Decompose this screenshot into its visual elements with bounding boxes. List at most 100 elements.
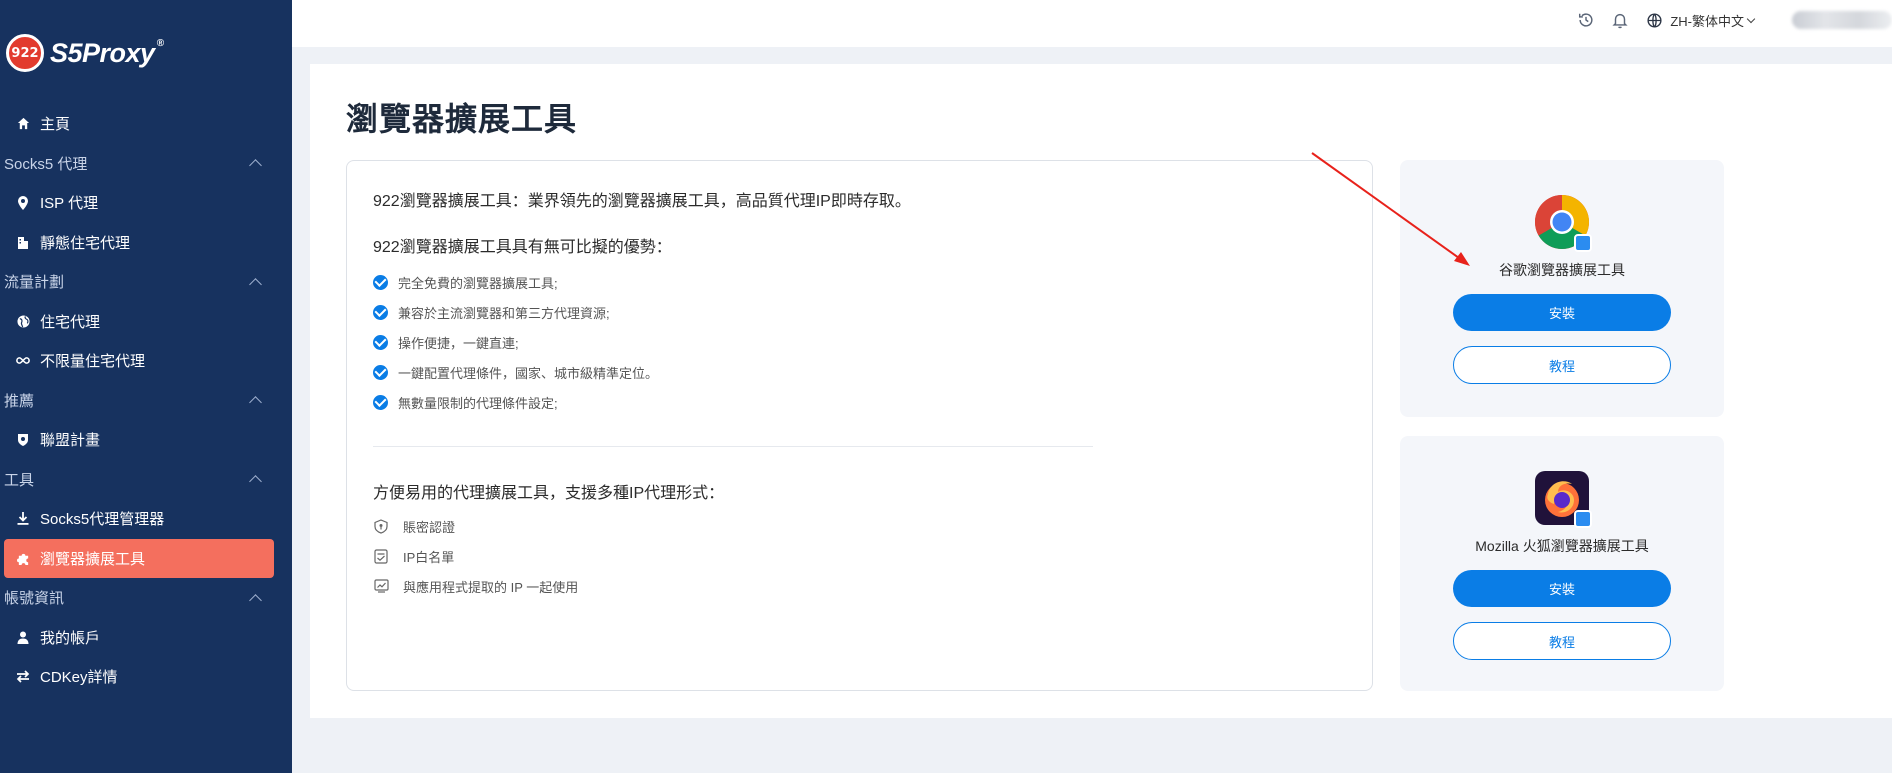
chrome-icon bbox=[1534, 194, 1592, 252]
convenience-text: IP白名單 bbox=[403, 549, 455, 565]
advantage-item: 一鍵配置代理條件，國家、城市級精準定位。 bbox=[373, 357, 658, 387]
convenience-title: 方便易用的代理擴展工具，支援多種IP代理形式： bbox=[373, 485, 725, 502]
bell-icon[interactable] bbox=[1610, 10, 1630, 30]
chevron-up-icon bbox=[249, 396, 262, 410]
globe-icon[interactable] bbox=[1644, 10, 1664, 30]
firefox-install-button[interactable]: 安裝 bbox=[1453, 570, 1671, 607]
sidebar-section-label: 帳號資訊 bbox=[4, 590, 65, 608]
sidebar-item-label: 我的帳戶 bbox=[40, 629, 101, 647]
sidebar-item-label: 靜態住宅代理 bbox=[40, 234, 131, 252]
avatar[interactable] bbox=[1792, 11, 1892, 29]
sidebar-section-4[interactable]: 流量計劃 bbox=[0, 262, 292, 302]
advantage-text: 無數量限制的代理條件設定; bbox=[398, 395, 558, 411]
sidebar-item-label: 住宅代理 bbox=[40, 313, 101, 331]
building-icon bbox=[16, 235, 30, 249]
sidebar-item-label: ISP 代理 bbox=[40, 195, 99, 213]
topbar-actions: ZH-繁体中文 bbox=[1562, 8, 1892, 32]
sidebar-section-12[interactable]: 帳號資訊 bbox=[0, 578, 292, 618]
advantage-item: 無數量限制的代理條件設定; bbox=[373, 387, 658, 417]
chevron-up-icon bbox=[249, 475, 262, 489]
sidebar-item-label: CDKey詳情 bbox=[40, 669, 118, 687]
swap-icon bbox=[16, 670, 30, 684]
sidebar-section-label: 工具 bbox=[4, 471, 35, 489]
check-circle-icon bbox=[373, 304, 388, 320]
language-selector[interactable]: ZH-繁体中文 bbox=[1670, 11, 1756, 30]
checklist-icon bbox=[373, 548, 389, 564]
chrome-extension-card: 谷歌瀏覽器擴展工具 安裝 教程 bbox=[1400, 160, 1724, 417]
intro-text: 922瀏覽器擴展工具：業界領先的瀏覽器擴展工具，高品質代理IP即時存取。 bbox=[373, 193, 911, 210]
home-icon bbox=[16, 117, 30, 131]
sidebar-item-10[interactable]: Socks5代理管理器 bbox=[0, 499, 292, 539]
advantage-item: 兼容於主流瀏覽器和第三方代理資源; bbox=[373, 297, 658, 327]
divider bbox=[373, 446, 1093, 447]
firefox-icon bbox=[1534, 470, 1592, 528]
convenience-text: 賬密認證 bbox=[403, 519, 456, 535]
advantage-text: 操作便捷，一鍵直連; bbox=[398, 335, 519, 351]
sidebar-item-6[interactable]: 不限量住宅代理 bbox=[0, 341, 292, 381]
sidebar-item-14[interactable]: CDKey詳情 bbox=[0, 657, 292, 697]
sidebar-item-label: 不限量住宅代理 bbox=[40, 353, 146, 371]
puzzle-icon bbox=[16, 551, 30, 565]
sidebar-item-label: 聯盟計畫 bbox=[40, 432, 101, 450]
sidebar-item-13[interactable]: 我的帳戶 bbox=[0, 618, 292, 658]
sidebar-item-8[interactable]: 聯盟計畫 bbox=[0, 420, 292, 460]
sidebar-item-label: 瀏覽器擴展工具 bbox=[40, 550, 146, 568]
main-content: 瀏覽器擴展工具 922瀏覽器擴展工具：業界領先的瀏覽器擴展工具，高品質代理IP即… bbox=[310, 64, 1892, 718]
sidebar-item-0[interactable]: 主頁 bbox=[0, 104, 292, 144]
check-circle-icon bbox=[373, 334, 388, 350]
advantage-item: 操作便捷，一鍵直連; bbox=[373, 327, 658, 357]
sidebar-item-5[interactable]: 住宅代理 bbox=[0, 302, 292, 342]
sidebar: 922 S5Proxy ® 主頁 Socks5 代理 ISP 代理靜態住宅代理流量計劃… bbox=[0, 0, 292, 773]
convenience-item: 賬密認證 bbox=[373, 511, 578, 541]
shield-badge-icon bbox=[16, 433, 30, 447]
globe-icon bbox=[16, 314, 30, 328]
firefox-extension-name: Mozilla 火狐瀏覽器擴展工具 bbox=[1475, 538, 1649, 554]
chevron-up-icon bbox=[249, 593, 262, 607]
download-icon bbox=[16, 512, 30, 526]
history-icon[interactable] bbox=[1576, 10, 1596, 30]
advantages-list: 完全免費的瀏覽器擴展工具; 兼容於主流瀏覽器和第三方代理資源; 操作便捷，一鍵直連;… bbox=[373, 267, 658, 417]
info-box: 922瀏覽器擴展工具：業界領先的瀏覽器擴展工具，高品質代理IP即時存取。 922… bbox=[346, 160, 1373, 691]
convenience-list: 賬密認證 IP白名單與應用程式提取的 IP 一起使用 bbox=[373, 511, 578, 601]
user-icon bbox=[16, 630, 30, 644]
sidebar-nav: 主頁 Socks5 代理 ISP 代理靜態住宅代理流量計劃住宅代理不限量住宅代理推薦… bbox=[0, 104, 292, 697]
advantage-text: 一鍵配置代理條件，國家、城市級精準定位。 bbox=[398, 365, 659, 381]
sidebar-section-9[interactable]: 工具 bbox=[0, 460, 292, 500]
convenience-item: IP白名單 bbox=[373, 541, 578, 571]
chrome-install-button[interactable]: 安裝 bbox=[1453, 294, 1671, 331]
convenience-text: 與應用程式提取的 IP 一起使用 bbox=[403, 579, 579, 595]
sidebar-item-label: 主頁 bbox=[40, 116, 71, 134]
chrome-extension-name: 谷歌瀏覽器擴展工具 bbox=[1499, 262, 1625, 278]
sidebar-section-label: 流量計劃 bbox=[4, 274, 65, 292]
firefox-extension-card: Mozilla 火狐瀏覽器擴展工具 安裝 教程 bbox=[1400, 436, 1724, 691]
advantages-title: 922瀏覽器擴展工具具有無可比擬的優勢： bbox=[373, 239, 672, 256]
sidebar-section-7[interactable]: 推薦 bbox=[0, 381, 292, 421]
sidebar-item-2[interactable]: ISP 代理 bbox=[0, 183, 292, 223]
chrome-tutorial-button[interactable]: 教程 bbox=[1453, 346, 1671, 384]
chevron-down-icon bbox=[1746, 14, 1756, 23]
firefox-tutorial-button[interactable]: 教程 bbox=[1453, 622, 1671, 660]
check-circle-icon bbox=[373, 364, 388, 380]
location-pin-icon bbox=[16, 195, 30, 210]
topbar: ZH-繁体中文 bbox=[292, 0, 1892, 47]
check-circle-icon bbox=[373, 394, 388, 410]
infinity-icon bbox=[16, 354, 30, 368]
convenience-item: 與應用程式提取的 IP 一起使用 bbox=[373, 571, 578, 601]
page-title: 瀏覽器擴展工具 bbox=[346, 101, 578, 137]
logo-badge: 922 bbox=[6, 34, 44, 72]
sidebar-section-1[interactable]: Socks5 代理 bbox=[0, 144, 292, 184]
advantage-text: 兼容於主流瀏覽器和第三方代理資源; bbox=[398, 305, 610, 321]
advantage-item: 完全免費的瀏覽器擴展工具; bbox=[373, 267, 658, 297]
logo-text: S5Proxy ® bbox=[50, 37, 164, 68]
chevron-up-icon bbox=[249, 277, 262, 291]
sidebar-section-label: 推薦 bbox=[4, 392, 35, 410]
sidebar-item-3[interactable]: 靜態住宅代理 bbox=[0, 223, 292, 263]
sidebar-item-11[interactable]: 瀏覽器擴展工具 bbox=[4, 538, 274, 578]
advantage-text: 完全免費的瀏覽器擴展工具; bbox=[398, 275, 558, 291]
extension-badge-icon bbox=[1574, 510, 1592, 528]
chart-window-icon bbox=[373, 578, 389, 594]
shield-lock-icon bbox=[373, 518, 389, 534]
extension-badge-icon bbox=[1574, 234, 1592, 252]
chevron-up-icon bbox=[249, 159, 262, 173]
logo[interactable]: 922 S5Proxy ® bbox=[6, 34, 164, 72]
